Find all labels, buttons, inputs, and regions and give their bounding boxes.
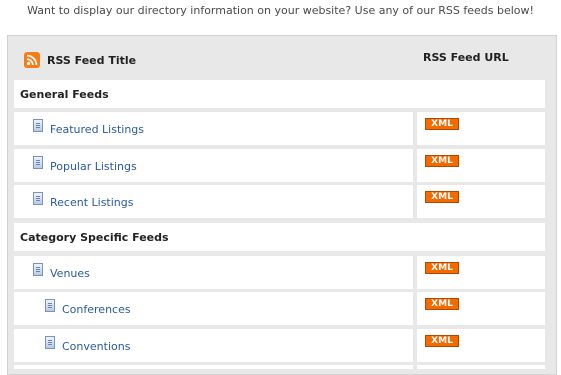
feed-link-featured-listings[interactable]: Featured Listings xyxy=(50,123,144,136)
xml-badge[interactable]: XML xyxy=(425,191,459,203)
rss-icon xyxy=(24,52,40,68)
feed-url-cell: XML xyxy=(417,292,545,325)
xml-badge[interactable]: XML xyxy=(425,118,459,130)
feed-url-cell: XML xyxy=(417,256,545,289)
xml-badge[interactable]: XML xyxy=(425,262,459,274)
document-icon xyxy=(33,263,43,276)
section-general-feeds: General Feeds xyxy=(14,80,545,108)
document-icon xyxy=(45,336,55,349)
xml-badge[interactable]: XML xyxy=(425,298,459,310)
feed-url-cell xyxy=(417,365,545,369)
feed-link-recent-listings[interactable]: Recent Listings xyxy=(50,196,133,209)
feed-link-popular-listings[interactable]: Popular Listings xyxy=(50,160,137,173)
list-item: Venues xyxy=(14,256,413,289)
section-title: General Feeds xyxy=(20,88,109,101)
column-header-url: RSS Feed URL xyxy=(423,51,509,64)
document-icon xyxy=(45,299,55,312)
xml-badge[interactable]: XML xyxy=(425,335,459,347)
list-item: Conventions xyxy=(14,329,413,362)
feed-url-cell: XML xyxy=(417,149,545,182)
list-item: Recent Listings xyxy=(14,185,413,218)
list-item: Featured Listings xyxy=(14,112,413,145)
list-item xyxy=(14,365,413,369)
feed-link-conferences[interactable]: Conferences xyxy=(62,303,131,316)
feed-link-venues[interactable]: Venues xyxy=(50,267,90,280)
section-category-specific-feeds: Category Specific Feeds xyxy=(14,223,545,251)
document-icon xyxy=(33,156,43,169)
list-item: Conferences xyxy=(14,292,413,325)
feed-url-cell: XML xyxy=(417,185,545,218)
feed-link-conventions[interactable]: Conventions xyxy=(62,340,130,353)
xml-badge[interactable]: XML xyxy=(425,155,459,167)
column-header-title: RSS Feed Title xyxy=(47,54,137,67)
list-item: Popular Listings xyxy=(14,149,413,182)
document-icon xyxy=(33,119,43,132)
feed-url-cell: XML xyxy=(417,112,545,145)
document-icon xyxy=(33,192,43,205)
feed-url-cell: XML xyxy=(417,329,545,362)
section-title: Category Specific Feeds xyxy=(20,231,169,244)
intro-text: Want to display our directory informatio… xyxy=(27,4,534,17)
